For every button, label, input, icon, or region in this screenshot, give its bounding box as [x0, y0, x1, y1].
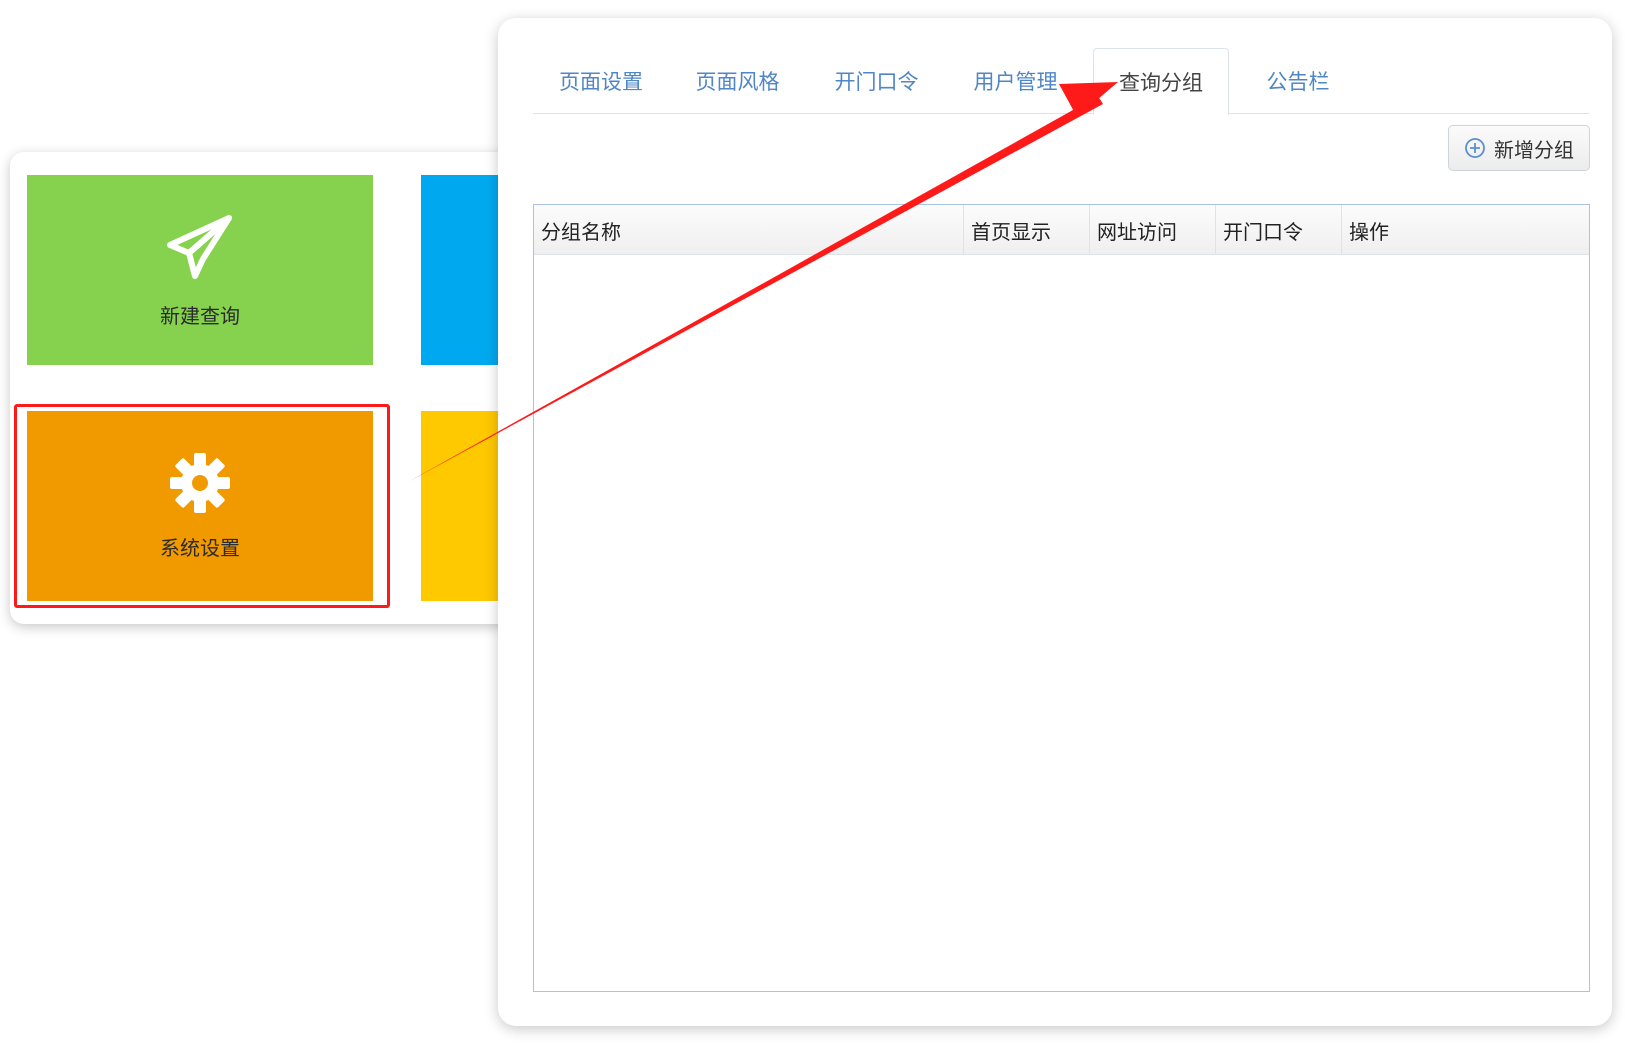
- dashboard-tiles-card: 新建查询 系统设置: [10, 152, 550, 624]
- query-group-table: 分组名称 首页显示 网址访问 开门口令 操作: [533, 204, 1590, 992]
- column-door-password[interactable]: 开门口令: [1216, 205, 1342, 255]
- add-group-button[interactable]: 新增分组: [1448, 125, 1590, 171]
- plus-circle-icon: [1464, 137, 1486, 159]
- new-query-tile[interactable]: 新建查询: [27, 175, 373, 365]
- tab-bulletin-board[interactable]: 公告栏: [1233, 48, 1363, 114]
- settings-panel: 页面设置 页面风格 开门口令 用户管理 查询分组 公告栏 新增分组 分组名称 首…: [498, 18, 1612, 1026]
- tab-page-style[interactable]: 页面风格: [669, 48, 806, 114]
- tab-user-management[interactable]: 用户管理: [947, 48, 1084, 114]
- screenshot-stage: 新建查询 系统设置 页面设置 页面风格 开门口令 用户管理 查询分组 公告栏 新…: [0, 0, 1625, 1044]
- paper-plane-icon: [165, 212, 235, 286]
- column-url-access[interactable]: 网址访问: [1090, 205, 1216, 255]
- column-actions[interactable]: 操作: [1342, 205, 1591, 255]
- column-group-name[interactable]: 分组名称: [534, 205, 964, 255]
- add-group-label: 新增分组: [1494, 137, 1574, 162]
- tab-query-groups[interactable]: 查询分组: [1093, 48, 1229, 115]
- settings-tabs: 页面设置 页面风格 开门口令 用户管理 查询分组 公告栏: [533, 28, 1589, 115]
- tab-door-password[interactable]: 开门口令: [806, 48, 947, 114]
- table-header: 分组名称 首页显示 网址访问 开门口令 操作: [534, 205, 1589, 255]
- column-homepage-display[interactable]: 首页显示: [964, 205, 1090, 255]
- system-settings-highlight: [14, 404, 390, 608]
- new-query-label: 新建查询: [160, 303, 240, 328]
- tab-page-settings[interactable]: 页面设置: [533, 48, 669, 114]
